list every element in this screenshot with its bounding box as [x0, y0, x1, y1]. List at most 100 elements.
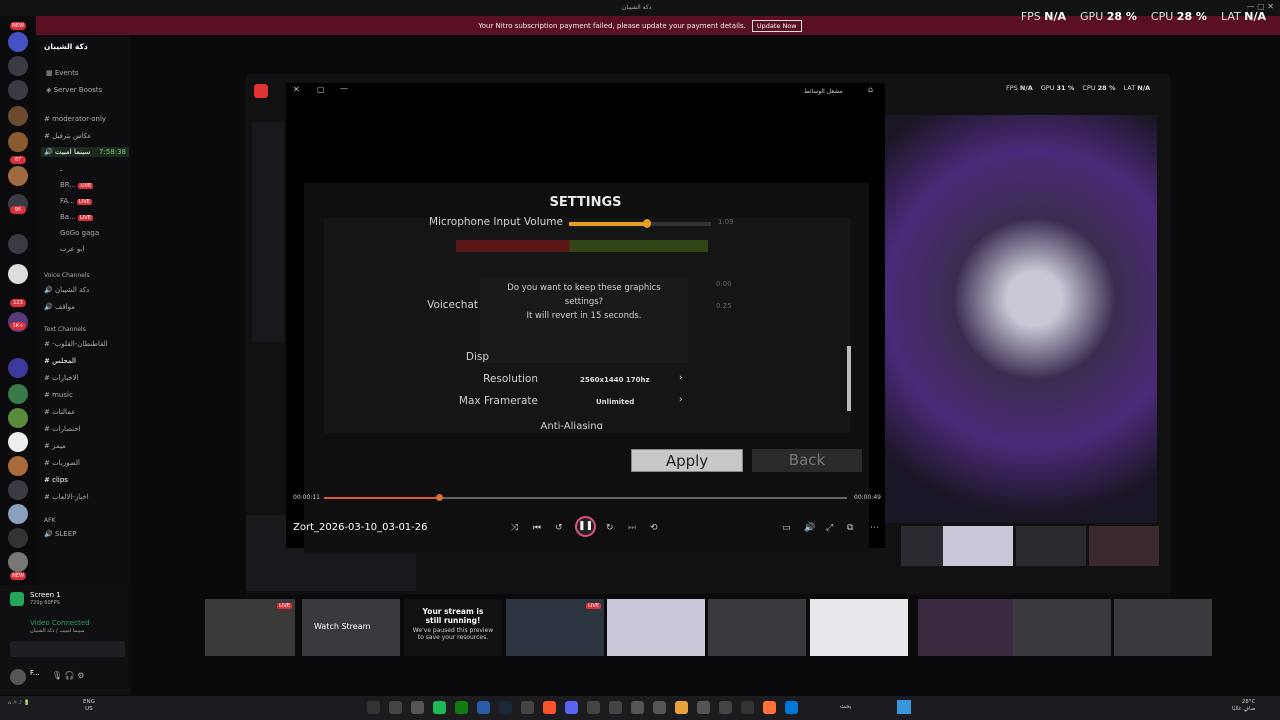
taskbar-app[interactable]: [521, 701, 534, 714]
rewind-icon[interactable]: ↺: [555, 523, 563, 533]
text-channel[interactable]: # music: [44, 391, 73, 399]
update-now-button[interactable]: Update Now: [751, 19, 802, 32]
settings-scrollbar[interactable]: [847, 346, 851, 411]
participant-tile-active[interactable]: [943, 526, 1013, 566]
afk-category[interactable]: AFK: [44, 517, 56, 524]
fullscreen-icon[interactable]: ⤢: [826, 523, 833, 533]
call-controls[interactable]: [10, 641, 125, 657]
taskbar-app[interactable]: [719, 701, 732, 714]
discord-icon[interactable]: [565, 701, 578, 714]
repeat-icon[interactable]: ⟲: [650, 523, 658, 533]
avatar-thumb[interactable]: [1114, 599, 1212, 656]
start-icon[interactable]: [897, 700, 911, 714]
next-icon[interactable]: ⏭: [628, 523, 636, 533]
boosts-item[interactable]: ◈ Server Boosts: [46, 86, 102, 94]
text-channel[interactable]: # clips: [44, 476, 68, 484]
more-icon[interactable]: ⋯: [870, 523, 879, 533]
active-voice-channel[interactable]: 🔊 سينما امبيت 7:58:38: [41, 147, 129, 157]
pause-button[interactable]: ❚❚: [575, 516, 596, 537]
taskbar-app[interactable]: [697, 701, 710, 714]
shuffle-icon[interactable]: ⤨: [511, 523, 518, 533]
volume-icon[interactable]: 🔊: [804, 523, 815, 533]
stream-thumb[interactable]: LIVE: [205, 599, 295, 656]
taskbar-app[interactable]: [631, 701, 644, 714]
language-indicator[interactable]: ENG US: [83, 699, 95, 713]
text-channel[interactable]: # -القاطنطان-القلوب: [44, 340, 108, 348]
server-icon[interactable]: [8, 358, 28, 378]
server-icon[interactable]: [8, 384, 28, 404]
avatar-thumb[interactable]: [810, 599, 908, 656]
text-channel[interactable]: # ميمز: [44, 442, 66, 450]
server-icon[interactable]: [8, 552, 28, 572]
text-channel[interactable]: # الاخبارات: [44, 374, 79, 382]
framerate-value[interactable]: Unlimited: [596, 398, 634, 406]
server-icon[interactable]: [8, 456, 28, 476]
text-channel[interactable]: # اختصارات: [44, 425, 81, 433]
server-icon[interactable]: [8, 408, 28, 428]
voice-user[interactable]: FA... LIVE: [60, 197, 92, 205]
spotify-icon[interactable]: [433, 701, 446, 714]
subtitles-icon[interactable]: ▭: [782, 523, 791, 533]
xbox-icon[interactable]: [455, 701, 468, 714]
miniplayer-icon[interactable]: ⧉: [847, 523, 853, 533]
server-icon[interactable]: [8, 504, 28, 524]
afk-channel[interactable]: 🔊 SLEEP: [44, 530, 76, 538]
server-icon[interactable]: [8, 480, 28, 500]
mic-slider-knob[interactable]: [643, 219, 651, 228]
text-channel[interactable]: # عمالنات: [44, 408, 75, 416]
previous-icon[interactable]: ⏮: [533, 523, 541, 533]
weather-widget[interactable]: 28°C صافٍ غالبًا: [1232, 699, 1255, 713]
taskbar-app[interactable]: [411, 701, 424, 714]
taskbar-app[interactable]: [741, 701, 754, 714]
file-explorer-icon[interactable]: [675, 701, 688, 714]
participant-tile[interactable]: [1016, 526, 1086, 566]
events-item[interactable]: ▦ Events: [46, 69, 79, 77]
avatar[interactable]: [10, 669, 26, 685]
voice-channel[interactable]: 🔊 مواقف: [44, 303, 75, 311]
avatar-thumb[interactable]: [708, 599, 806, 656]
search-label[interactable]: بحث: [840, 703, 851, 710]
voice-category[interactable]: Voice Channels: [44, 272, 90, 279]
avatar-thumb[interactable]: [607, 599, 705, 656]
text-channel[interactable]: # الصوريات: [44, 459, 80, 467]
participant-tile[interactable]: [1089, 526, 1159, 566]
resolution-next-icon[interactable]: ›: [679, 373, 683, 383]
channel-moderator[interactable]: # moderator-only: [44, 115, 106, 123]
taskbar-app[interactable]: [477, 701, 490, 714]
voice-user[interactable]: ـ: [60, 165, 62, 173]
resolution-value[interactable]: 2560x1440 170hz: [580, 376, 650, 384]
server-icon[interactable]: [8, 80, 28, 100]
server-icon[interactable]: [8, 432, 28, 452]
edge-icon[interactable]: [785, 701, 798, 714]
back-button[interactable]: Back: [752, 449, 862, 472]
steam-icon[interactable]: [499, 701, 512, 714]
brave-icon[interactable]: [543, 701, 556, 714]
text-channel[interactable]: # اخبار-الالعاب: [44, 493, 89, 501]
server-icon[interactable]: [8, 264, 28, 284]
server-icon[interactable]: [8, 166, 28, 186]
taskbar-app[interactable]: [653, 701, 666, 714]
voice-channel[interactable]: 🔊 دكة الشيبان: [44, 286, 89, 294]
server-icon[interactable]: [8, 528, 28, 548]
taskbar-app[interactable]: [609, 701, 622, 714]
framerate-next-icon[interactable]: ›: [679, 395, 683, 405]
server-icon[interactable]: [8, 106, 28, 126]
close-icon[interactable]: ✕: [293, 85, 300, 94]
server-icon[interactable]: [8, 32, 28, 52]
taskbar-app[interactable]: [389, 701, 402, 714]
text-category[interactable]: Text Channels: [44, 326, 86, 333]
voice-user[interactable]: BR... LIVE: [60, 181, 94, 189]
server-icon[interactable]: [8, 56, 28, 76]
maximize-icon[interactable]: ▢: [317, 85, 325, 94]
text-channel[interactable]: # المجلس: [44, 357, 76, 365]
channel-rules[interactable]: # عكاس بترفيل: [44, 132, 92, 140]
taskbar-app[interactable]: [367, 701, 380, 714]
home-icon[interactable]: ⌂: [868, 85, 873, 94]
server-name[interactable]: دكة الشيبان: [44, 42, 88, 51]
minimize-icon[interactable]: —: [340, 84, 348, 93]
firefox-icon[interactable]: [763, 701, 776, 714]
avatar-thumb[interactable]: [1013, 599, 1111, 656]
voice-user[interactable]: ابو عرب: [60, 245, 84, 253]
user-controls[interactable]: 🎙 🎧 ⚙: [52, 671, 84, 680]
voice-user[interactable]: Ba... LIVE: [60, 213, 93, 221]
